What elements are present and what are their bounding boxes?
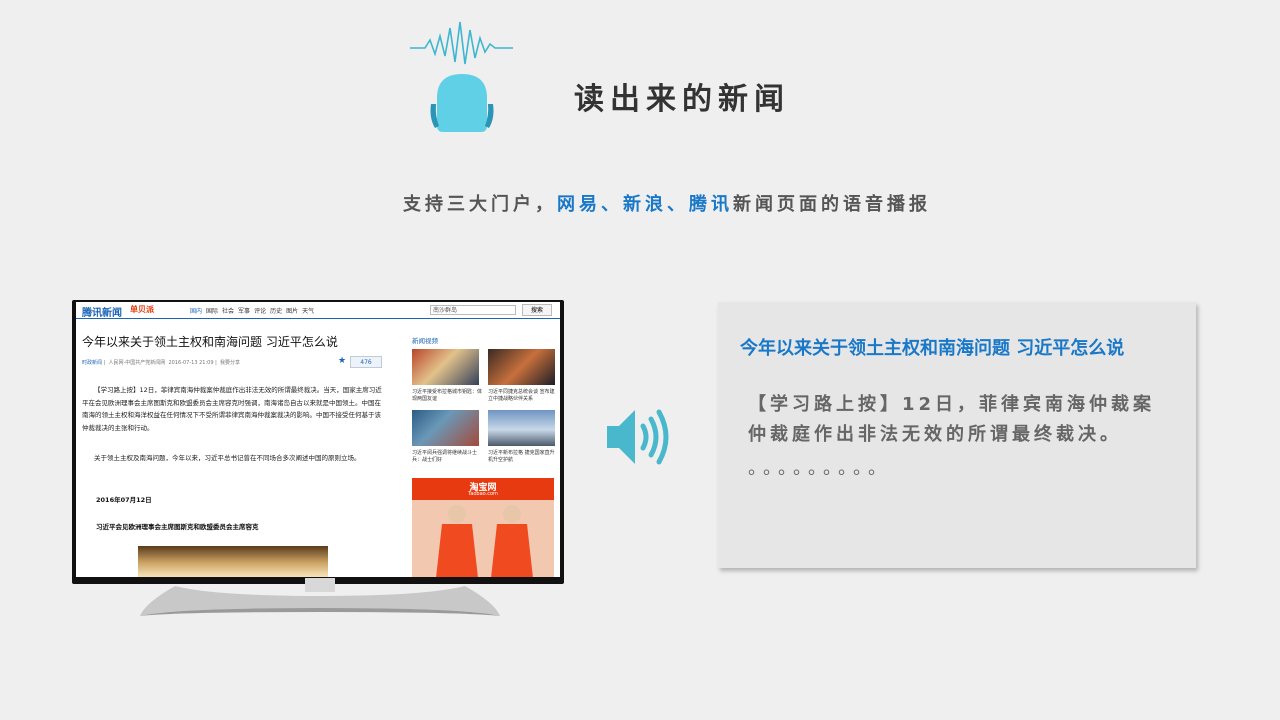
meta-time: 2016-07-13 21:09 <box>168 360 214 366</box>
nav-item[interactable]: 社会 <box>222 308 234 315</box>
tv-stand <box>135 578 505 623</box>
ad-models-image <box>412 500 554 577</box>
star-icon[interactable]: ★ <box>338 356 346 366</box>
nav-item[interactable]: 国际 <box>206 308 218 315</box>
article-date: 2016年07月12日 <box>96 496 152 504</box>
video-thumbnail[interactable] <box>488 349 555 385</box>
subtitle-suffix: 新闻页面的语音播报 <box>733 194 931 215</box>
portal-netease: 网易 <box>557 194 601 215</box>
search-button[interactable]: 搜索 <box>522 304 552 316</box>
video-thumbnail[interactable] <box>412 349 479 385</box>
article-paragraph: 关于领土主权及南海问题，今年以来，习近平总书记曾在不同场合多次阐述中国的原则立场… <box>94 454 361 462</box>
video-thumbnail[interactable] <box>412 410 479 446</box>
video-caption[interactable]: 习近平接受布拉格城市钥匙：体现两国友谊 <box>412 389 482 403</box>
portal-tencent: 腾讯 <box>689 194 733 215</box>
readout-ellipsis: 。。。。。。。。。 <box>748 458 892 479</box>
video-caption[interactable]: 习近平新布拉格 捷克国家直升机升空护航 <box>488 450 558 464</box>
sub-logo: 单贝派 <box>130 305 154 314</box>
article-paragraph: 【学习路上按】12日，菲律宾南海仲裁案仲裁庭作出非法无效的所谓最终裁决。当天，国… <box>82 386 382 432</box>
microphone-icon <box>405 18 520 138</box>
news-page-topbar: 腾讯新闻 单贝派 国内 国际 社会 军事 评论 历史 图片 天气 南沙群岛 搜索 <box>76 302 560 319</box>
nav-item[interactable]: 历史 <box>270 308 282 315</box>
article-photo <box>138 546 328 577</box>
meta-source: 人民网-中国共产党新闻网 <box>108 360 166 366</box>
tv-screen: 腾讯新闻 单贝派 国内 国际 社会 军事 评论 历史 图片 天气 南沙群岛 搜索 今年以来关于… <box>76 302 560 577</box>
nav-item[interactable]: 国内 <box>190 308 202 315</box>
video-caption[interactable]: 习近平同捷克总统会谈 宣布建立中捷战略伙伴关系 <box>488 389 558 403</box>
news-nav: 国内 国际 社会 军事 评论 历史 图片 天气 <box>190 306 318 315</box>
readout-body: 【学习路上按】12日，菲律宾南海仲裁案仲裁庭作出非法无效的所谓最终裁决。 <box>748 394 1156 445</box>
video-thumbnail[interactable] <box>488 410 555 446</box>
article-headline: 今年以来关于领土主权和南海问题 习近平怎么说 <box>82 335 338 349</box>
readout-panel: 今年以来关于领土主权和南海问题 习近平怎么说 【学习路上按】12日，菲律宾南海仲… <box>718 302 1196 568</box>
nav-item[interactable]: 图片 <box>286 308 298 315</box>
nav-item[interactable]: 评论 <box>254 308 266 315</box>
taobao-ad[interactable]: 淘宝网 Taobao.com <box>412 478 554 577</box>
subtitle-prefix: 支持三大门户， <box>403 194 557 215</box>
portal-separator: 、 <box>601 194 623 215</box>
readout-title: 今年以来关于领土主权和南海问题 习近平怎么说 <box>740 338 1125 359</box>
portal-separator: 、 <box>667 194 689 215</box>
share-link[interactable]: 我要分享 <box>220 360 240 366</box>
nav-item[interactable]: 天气 <box>302 308 314 315</box>
page-subtitle: 支持三大门户，网易、新浪、腾讯新闻页面的语音播报 <box>403 190 931 216</box>
meta-channel[interactable]: 时政新闻 <box>82 360 102 366</box>
speaker-icon <box>605 406 675 468</box>
tencent-news-logo[interactable]: 腾讯新闻 <box>82 304 122 319</box>
page-title: 读出来的新闻 <box>574 82 790 117</box>
comment-count-badge[interactable]: 476 <box>350 356 382 368</box>
nav-item[interactable]: 军事 <box>238 308 250 315</box>
search-input[interactable]: 南沙群岛 <box>430 305 516 315</box>
video-caption[interactable]: 习近平阅兵强调将继续战斗士兵：战士们好 <box>412 450 482 464</box>
article-meta: 时政新闻 | 人民网-中国共产党新闻网 2016-07-13 21:09 | 我… <box>82 360 240 366</box>
ad-subtitle: Taobao.com <box>468 491 498 497</box>
video-section-title: 新闻视频 <box>412 337 438 345</box>
portal-sina: 新浪 <box>623 194 667 215</box>
article-caption: 习近平会见欧洲理事会主席图斯克和欧盟委员会主席容克 <box>96 523 259 531</box>
